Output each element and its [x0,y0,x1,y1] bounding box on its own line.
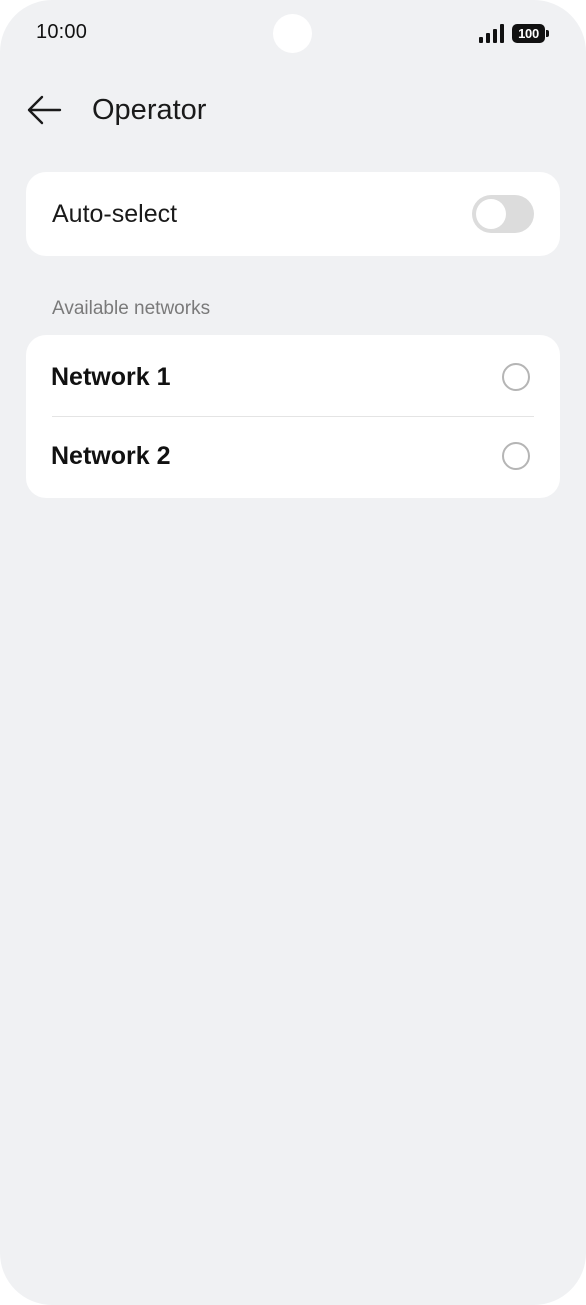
status-time: 10:00 [36,21,88,43]
page-title: Operator [92,94,207,126]
battery-level: 100 [512,24,545,43]
arrow-left-icon [27,95,62,125]
networks-card: Network 1 Network 2 [26,335,560,498]
auto-select-toggle[interactable] [472,195,534,233]
auto-select-label: Auto-select [52,200,178,228]
camera-cutout [273,14,312,53]
back-button[interactable] [20,88,68,132]
available-networks-header: Available networks [52,298,211,319]
network-1-radio[interactable] [502,363,530,391]
toggle-knob [476,199,506,229]
status-bar: 10:00 100 [0,0,586,70]
battery-tip [546,30,549,37]
battery-icon: 100 [512,24,549,43]
network-item-2[interactable]: Network 2 [26,416,560,496]
network-2-radio[interactable] [502,442,530,470]
phone-screen: 10:00 100 Operator Auto-select Available… [0,0,586,1305]
network-item-label: Network 2 [51,442,171,470]
signal-bars-icon [479,24,504,43]
network-item-label: Network 1 [51,363,171,391]
auto-select-card: Auto-select [26,172,560,256]
network-item-1[interactable]: Network 1 [26,337,560,417]
header: Operator [0,82,586,138]
